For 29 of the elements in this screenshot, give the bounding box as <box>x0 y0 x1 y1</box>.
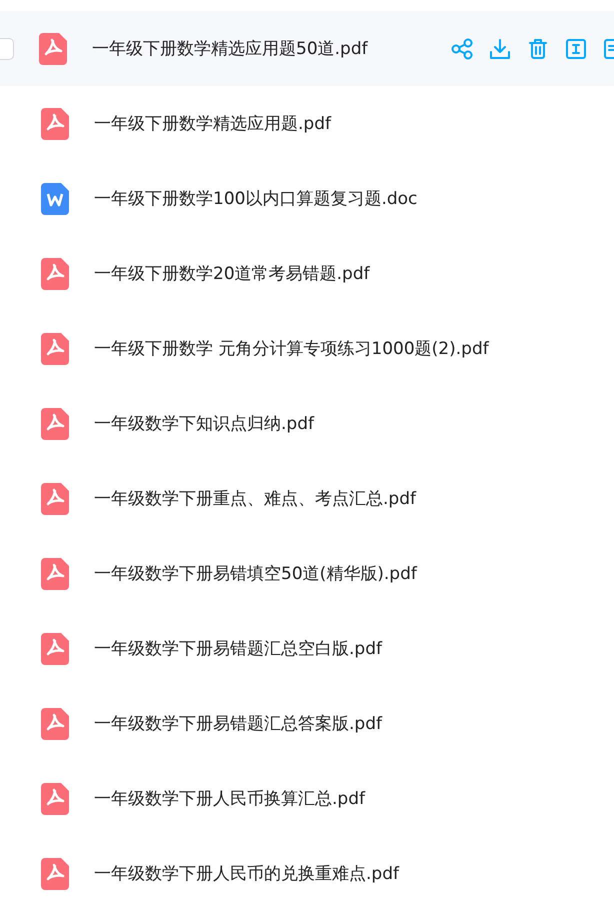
file-name[interactable]: 一年级数学下册易错题汇总答案版.pdf <box>94 712 382 735</box>
file-name[interactable]: 一年级数学下册重点、难点、考点汇总.pdf <box>94 487 416 510</box>
pdf-document-icon <box>41 558 69 590</box>
pdf-document-icon <box>41 482 69 514</box>
file-name[interactable]: 一年级数学下册易错填空50道(精华版).pdf <box>94 562 417 585</box>
pdf-document-icon <box>41 708 69 740</box>
file-name[interactable]: 一年级下册数学精选应用题50道.pdf <box>92 37 368 60</box>
pdf-document-icon <box>41 782 69 814</box>
pdf-document-icon <box>41 108 69 140</box>
file-name[interactable]: 一年级下册数学精选应用题.pdf <box>94 112 331 135</box>
rename-button[interactable] <box>564 36 588 60</box>
download-button[interactable] <box>488 36 512 60</box>
pdf-document-icon <box>41 258 69 290</box>
share-button[interactable] <box>450 36 474 60</box>
file-name[interactable]: 一年级数学下知识点归纳.pdf <box>94 412 314 435</box>
file-name[interactable]: 一年级数学下册易错题汇总空白版.pdf <box>94 637 382 660</box>
file-name[interactable]: 一年级数学下册人民币换算汇总.pdf <box>94 787 365 810</box>
file-name[interactable]: 一年级数学下册人民币的兑换重难点.pdf <box>94 862 399 885</box>
pdf-document-icon <box>41 408 69 440</box>
file-name[interactable]: 一年级下册数学100以内口算题复习题.doc <box>94 187 418 210</box>
pdf-document-icon <box>41 632 69 664</box>
pdf-document-icon <box>41 858 69 890</box>
word-document-icon <box>41 182 69 214</box>
file-name[interactable]: 一年级下册数学 元角分计算专项练习1000题(2).pdf <box>94 337 489 360</box>
file-row[interactable]: 一年级下册数学精选应用题50道.pdf <box>0 11 614 86</box>
pdf-document-icon <box>41 332 69 364</box>
delete-button[interactable] <box>526 36 550 60</box>
pdf-document-icon <box>39 32 67 64</box>
file-name[interactable]: 一年级下册数学20道常考易错题.pdf <box>94 262 370 285</box>
